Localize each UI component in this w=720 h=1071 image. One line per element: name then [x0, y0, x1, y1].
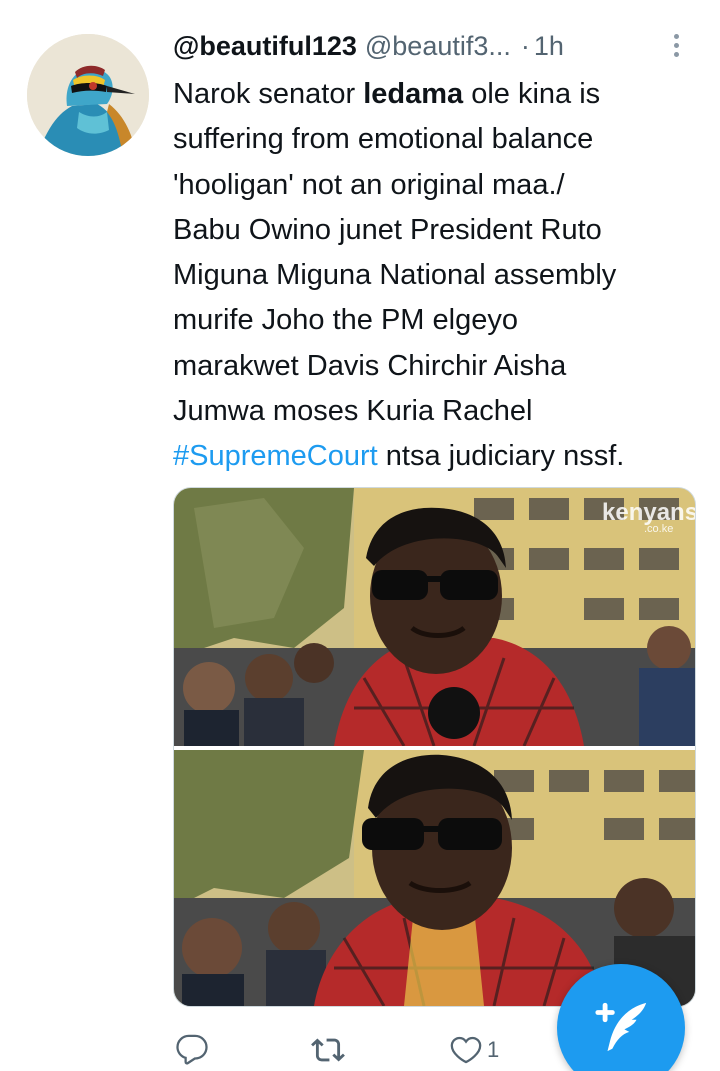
text-segment: Narok senator	[173, 78, 364, 110]
tweet-text-line: 'hooligan' not an original maa./	[173, 163, 703, 208]
tweet-header: @beautiful123 @beautif3... · 1h	[173, 26, 693, 66]
text-segment: 'hooligan' not an original maa./	[173, 168, 565, 201]
text-segment: Miguna Miguna National assembly	[173, 259, 617, 292]
tweet-text-line: Miguna Miguna National assembly	[173, 253, 703, 298]
tweet-text-line: Narok senator ledama ole kina is	[173, 72, 703, 117]
text-segment: marakwet Davis Chirchir Aisha	[173, 349, 567, 382]
user-handle[interactable]: @beautif3...	[365, 31, 511, 62]
reply-icon	[176, 1034, 208, 1065]
retweet-button[interactable]	[311, 1030, 345, 1070]
like-button[interactable]: 1	[449, 1030, 499, 1070]
avatar[interactable]	[27, 34, 149, 156]
display-name[interactable]: @beautiful123	[173, 31, 357, 62]
tweet-text-line: murife Joho the PM elgeyo	[173, 298, 703, 343]
text-segment: suffering from emotional balance	[173, 123, 594, 156]
more-options-icon[interactable]	[666, 30, 686, 66]
like-count: 1	[487, 1037, 500, 1062]
tweet-time[interactable]: 1h	[534, 31, 564, 62]
tweet-text-line: marakwet Davis Chirchir Aisha	[173, 344, 703, 389]
tweet-text-line: Babu Owino junet President Ruto	[173, 208, 703, 253]
tweet[interactable]: @beautiful123 @beautif3... · 1h Narok se…	[0, 0, 720, 1071]
compose-feather-plus-icon	[595, 1002, 647, 1052]
tweet-text-line: Jumwa moses Kuria Rachel	[173, 389, 703, 434]
text-segment: murife Joho the PM elgeyo	[173, 304, 518, 337]
media-photo: kenyans .co.ke	[174, 488, 695, 1006]
tweet-media[interactable]: kenyans .co.ke	[173, 487, 696, 1007]
hashtag-link[interactable]: #SupremeCourt	[173, 440, 378, 472]
reply-button[interactable]	[175, 1030, 209, 1070]
text-segment: ole kina is	[463, 78, 601, 110]
text-segment: ntsa judiciary nssf.	[377, 440, 625, 473]
mention-text: ledama	[363, 78, 464, 110]
media-watermark: kenyans	[602, 499, 695, 526]
bird-avatar-icon	[27, 34, 149, 156]
retweet-icon	[311, 1038, 345, 1062]
separator-dot: ·	[520, 30, 530, 61]
text-segment: Jumwa moses Kuria Rachel	[173, 395, 533, 428]
tweet-text-line: suffering from emotional balance	[173, 117, 703, 162]
tweet-text-line: #SupremeCourt ntsa judiciary nssf.	[173, 434, 703, 479]
heart-icon	[450, 1036, 482, 1064]
media-watermark-domain: .co.ke	[644, 523, 673, 535]
text-segment: Babu Owino junet President Ruto	[173, 213, 602, 246]
tweet-text: Narok senator ledama ole kina is sufferin…	[173, 72, 703, 480]
